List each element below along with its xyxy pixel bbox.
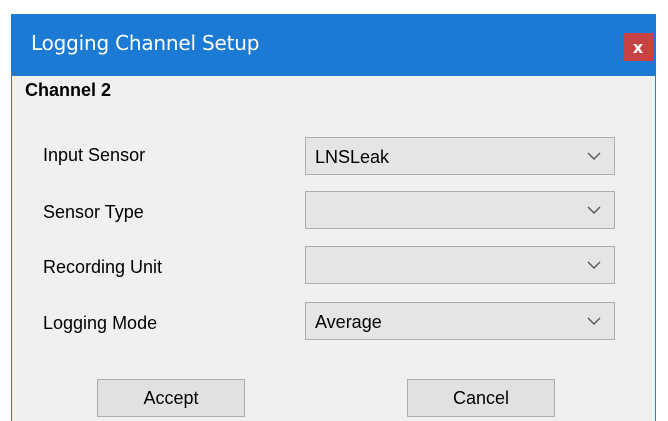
recording-unit-dropdown[interactable] <box>305 246 615 284</box>
cancel-button[interactable]: Cancel <box>407 379 555 417</box>
chevron-down-icon <box>587 206 601 214</box>
close-icon: x <box>632 37 644 57</box>
window-title: Logging Channel Setup <box>31 31 260 55</box>
input-sensor-value: LNSLeak <box>315 147 390 167</box>
close-button[interactable]: x <box>623 33 653 61</box>
input-sensor-label: Input Sensor <box>43 145 146 165</box>
input-sensor-dropdown[interactable]: LNSLeak <box>305 137 615 175</box>
recording-unit-label: Recording Unit <box>43 257 163 277</box>
accept-button[interactable]: Accept <box>97 379 245 417</box>
chevron-down-icon <box>587 152 601 160</box>
channel-heading: Channel 2 <box>25 80 112 100</box>
logging-mode-dropdown[interactable]: Average <box>305 302 615 340</box>
sensor-type-label: Sensor Type <box>43 202 144 222</box>
chevron-down-icon <box>587 317 601 325</box>
title-bar[interactable]: Logging Channel Setup x <box>11 14 656 76</box>
chevron-down-icon <box>587 261 601 269</box>
logging-mode-label: Logging Mode <box>43 313 158 333</box>
sensor-type-dropdown[interactable] <box>305 191 615 229</box>
logging-mode-value: Average <box>315 312 382 332</box>
